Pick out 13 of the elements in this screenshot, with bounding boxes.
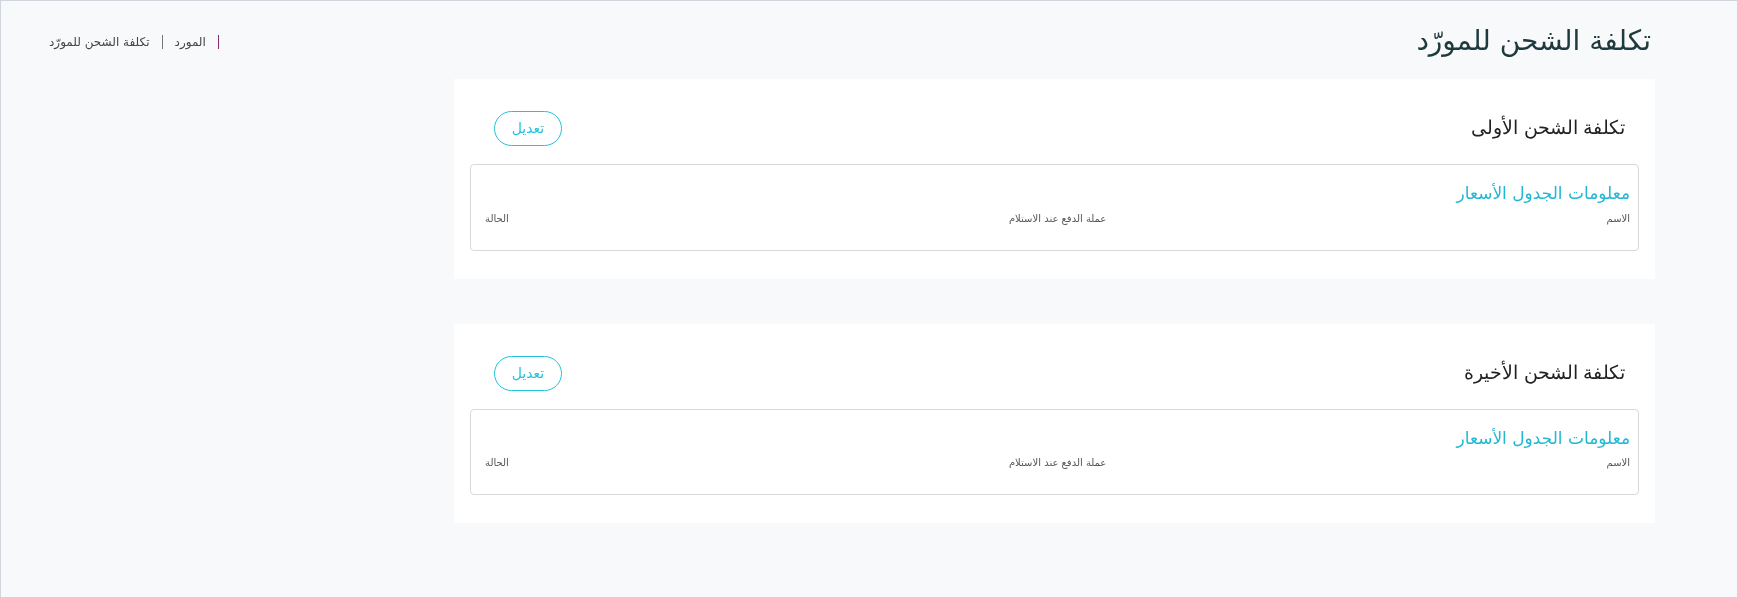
breadcrumb-item[interactable]: المورد	[174, 33, 206, 51]
column-header: الحالة	[485, 211, 509, 226]
page-title: تكلفة الشحن للمورّد	[1416, 23, 1651, 59]
table-title: معلومات الجدول الأسعار	[1454, 426, 1630, 450]
column-header: عملة الدفع عند الاستلام	[1008, 456, 1107, 470]
table-title: معلومات الجدول الأسعار	[1454, 182, 1630, 205]
column-header: عملة الدفع عند الاستلام	[1008, 211, 1107, 226]
section-title: تكلفة الشحن الأولى	[1471, 114, 1625, 141]
column-header: الاسم	[1606, 456, 1630, 470]
breadcrumb-item: تكلفة الشحن للمورّد	[49, 34, 150, 51]
column-header: الحالة	[485, 456, 509, 470]
column-header: الاسم	[1606, 211, 1630, 226]
section-title: تكلفة الشحن الأخيرة	[1464, 359, 1625, 386]
